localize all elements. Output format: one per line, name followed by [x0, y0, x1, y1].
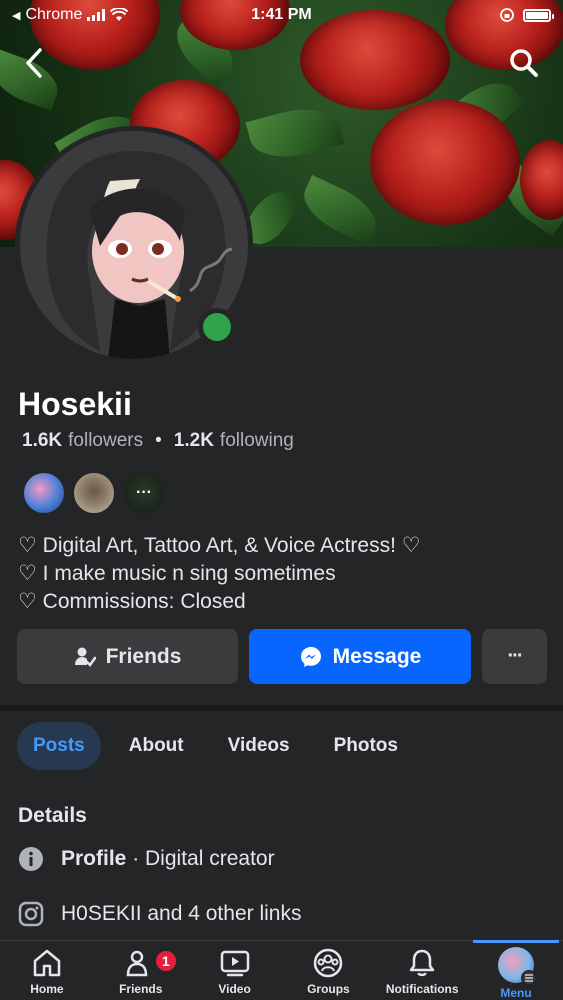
menu-avatar [498, 947, 538, 986]
instagram-icon [18, 901, 44, 927]
detail-profile-row: Profile · Digital creator [18, 846, 275, 872]
section-divider [0, 705, 563, 711]
bio-line: ♡ I make music n sing sometimes [18, 562, 336, 585]
details-heading: Details [18, 804, 87, 827]
bell-icon [409, 949, 435, 977]
status-time: 1:41 PM [251, 6, 312, 23]
messenger-icon [300, 646, 321, 667]
mutual-friend-avatar[interactable]: ··· [122, 471, 166, 515]
nav-menu[interactable]: Menu [469, 940, 563, 1000]
bio-line: ♡ Commissions: Closed [18, 590, 246, 613]
mutual-friend-avatar[interactable] [22, 471, 66, 515]
nav-video[interactable]: Video [188, 941, 282, 1000]
friends-icon [126, 950, 147, 977]
message-button[interactable]: Message [249, 629, 471, 684]
more-icon: ··· [507, 645, 524, 667]
video-icon [220, 950, 249, 977]
profile-name: Hosekii [18, 386, 132, 422]
mutual-friend-avatar[interactable] [72, 471, 116, 515]
followers-count[interactable]: 1.6K [22, 430, 62, 452]
tab-posts[interactable]: Posts [17, 722, 101, 770]
search-icon[interactable] [508, 47, 540, 79]
nav-groups[interactable]: Groups [281, 941, 375, 1000]
profile-tabs: Posts About Videos Photos [17, 722, 414, 770]
nav-groups-label: Groups [307, 982, 350, 996]
status-bar: ◀ Chrome 1:41 PM [0, 0, 563, 30]
groups-icon [314, 948, 343, 978]
battery-icon [523, 8, 554, 22]
stats-separator: • [155, 430, 162, 451]
nav-friends[interactable]: 1 Friends [94, 941, 188, 1000]
detail-links-text[interactable]: H0SEKII and 4 other links [61, 902, 301, 926]
nav-menu-label: Menu [500, 986, 532, 1000]
home-icon [33, 949, 61, 977]
nav-home[interactable]: Home [0, 941, 94, 1000]
followers-label[interactable]: followers [68, 430, 143, 452]
detail-profile-label: Profile [61, 847, 127, 870]
message-button-label: Message [332, 644, 422, 668]
info-icon [19, 847, 43, 871]
tab-photos[interactable]: Photos [318, 722, 414, 770]
follow-stats: 1.6K followers • 1.2K following [22, 430, 294, 452]
friends-button-label: Friends [105, 644, 182, 668]
detail-links-row[interactable]: H0SEKII and 4 other links [18, 901, 301, 927]
bottom-navigation: Home 1 Friends Video Groups Notification… [0, 940, 563, 1000]
nav-friends-label: Friends [119, 982, 163, 996]
profile-bio: ♡ Digital Art, Tattoo Art, & Voice Actre… [18, 532, 421, 616]
friends-notification-badge: 1 [153, 949, 178, 973]
tab-about[interactable]: About [113, 722, 200, 770]
nav-notifications[interactable]: Notifications [375, 941, 469, 1000]
friends-button[interactable]: Friends [17, 629, 238, 684]
more-options-button[interactable]: ··· [482, 629, 547, 684]
detail-profile-category: · Digital creator [126, 847, 275, 870]
back-icon[interactable] [20, 46, 48, 80]
nav-video-label: Video [218, 982, 251, 996]
bio-line: ♡ Digital Art, Tattoo Art, & Voice Actre… [18, 534, 421, 557]
nav-home-label: Home [30, 982, 64, 996]
menu-hamburger-icon [521, 970, 538, 986]
tab-videos[interactable]: Videos [212, 722, 306, 770]
following-label[interactable]: following [220, 430, 294, 452]
friends-check-icon [74, 647, 96, 667]
online-status-indicator [198, 308, 236, 346]
mutual-friends-avatars[interactable]: ··· [22, 471, 166, 515]
nav-notifications-label: Notifications [385, 982, 459, 996]
following-count[interactable]: 1.2K [174, 430, 214, 452]
